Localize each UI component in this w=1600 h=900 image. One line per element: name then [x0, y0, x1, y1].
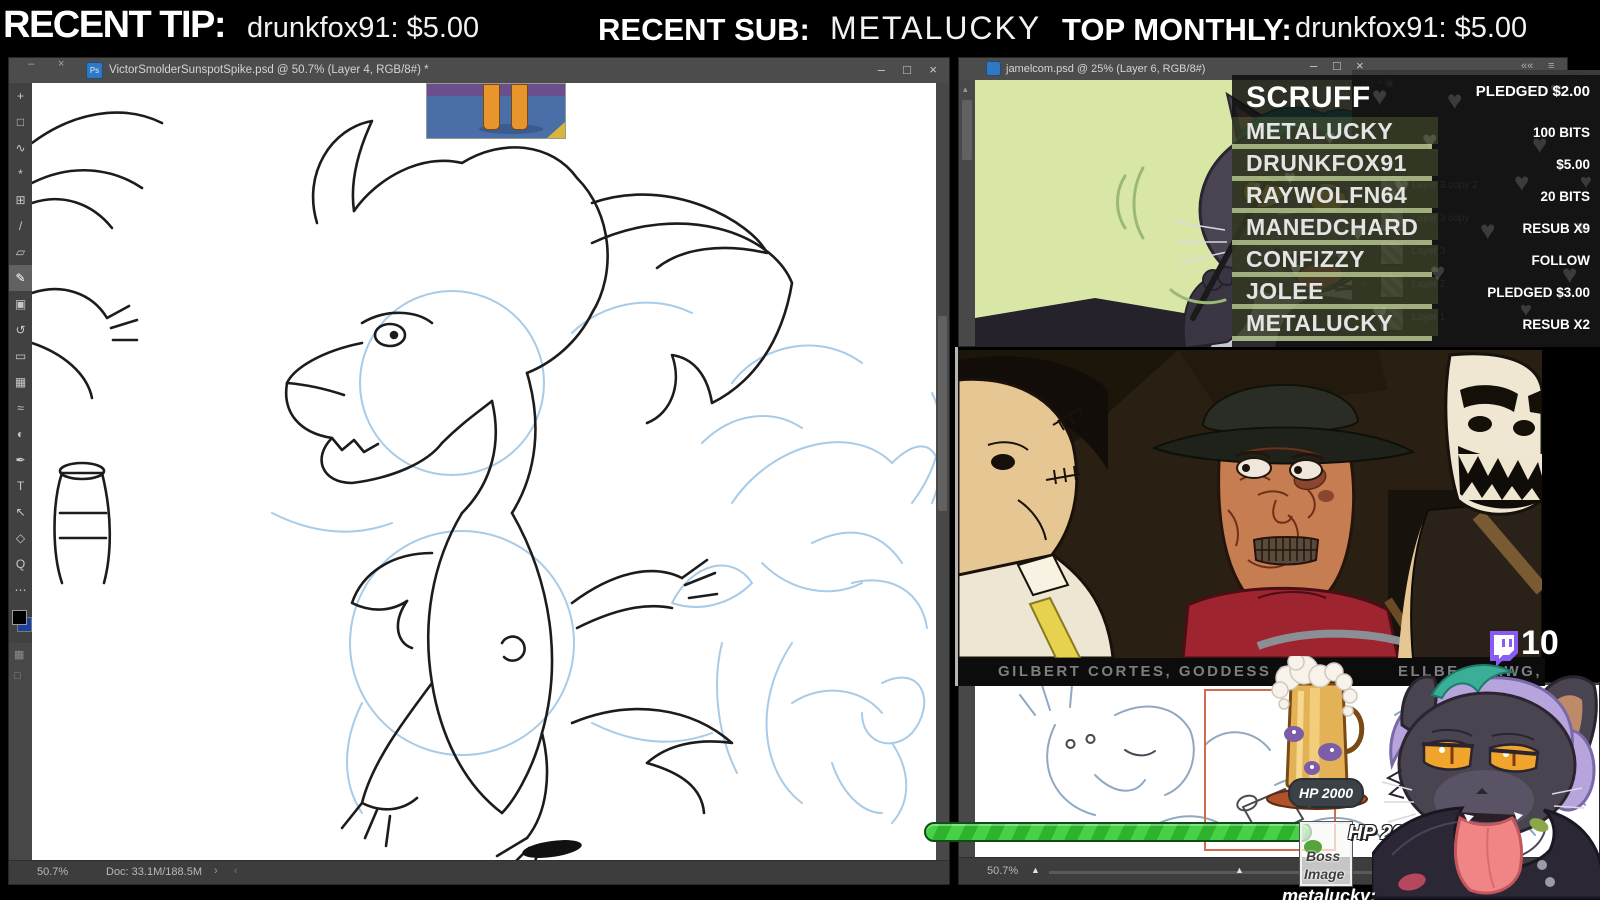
donation-ticker: RECENT TIP: drunkfox91: $5.00 RECENT SUB…	[0, 0, 1600, 57]
tool-more[interactable]: ⋯	[9, 577, 32, 603]
heart-icon: ♥	[1447, 85, 1463, 115]
main-titlebar[interactable]: Ps VictorSmolderSunspotSpike.psd @ 50.7%…	[9, 58, 949, 84]
panel-menu-icon[interactable]: ≡	[1548, 60, 1554, 72]
tool-gradient[interactable]: ▦	[9, 369, 32, 395]
tool-smudge[interactable]: ≈	[9, 395, 32, 421]
recent-sub-value: METALUCKY	[830, 10, 1042, 46]
supporter-name: JOLEE	[1246, 278, 1324, 304]
supporter-name: DRUNKFOX91	[1246, 150, 1407, 176]
vertical-scrollbar[interactable]	[936, 83, 949, 861]
tool-marquee[interactable]: □	[9, 109, 32, 135]
supporter-name: METALUCKY	[1246, 310, 1394, 336]
tool-pen[interactable]: ✒	[9, 447, 32, 473]
foreground-color-swatch[interactable]	[12, 610, 27, 625]
supporter-value: FOLLOW	[1531, 253, 1590, 268]
main-statusbar: 50.7% Doc: 33.1M/188.5M › ‹	[9, 860, 949, 884]
left-scrollbar[interactable]: ▴	[959, 80, 975, 346]
supporter-value: PLEDGED $3.00	[1487, 285, 1590, 300]
supporter-value: RESUB X9	[1522, 221, 1590, 236]
boss-image-label: Boss	[1306, 848, 1341, 864]
supporter-row: METALUCKY RESUB X2	[1232, 309, 1600, 341]
boss-image-box: Boss Image	[1300, 822, 1352, 886]
boss-image-label: Image	[1304, 866, 1345, 882]
zoom-level[interactable]: 50.7%	[37, 866, 68, 878]
tool-history-brush[interactable]: ↺	[9, 317, 32, 343]
screen-mode-icon[interactable]: □	[14, 670, 21, 682]
tool-magic-wand[interactable]: *	[9, 161, 32, 187]
supporter-name: METALUCKY	[1246, 118, 1394, 144]
photoshop-app-icon: Ps	[87, 63, 102, 78]
quick-mask-icon[interactable]: ▦	[14, 648, 24, 661]
top-monthly-label: TOP MONTHLY:	[1062, 12, 1292, 47]
status-back-icon[interactable]: ‹	[234, 865, 238, 877]
supporter-name: RAYWOLFN64	[1246, 182, 1408, 208]
supporter-row: RAYWOLFN64 20 BITS	[1232, 181, 1600, 213]
tool-brush[interactable]: ✎	[9, 265, 32, 291]
tool-healing-brush[interactable]: ▱	[9, 239, 32, 265]
recent-tip-label: RECENT TIP:	[3, 4, 227, 46]
tool-dodge[interactable]: ◐	[9, 421, 32, 447]
tool-palette: + □ ∿ * ⊞ / ▱ ✎ ▣ ↺ ▭ ▦ ≈ ◐ ✒ T ↖ ◇ Q ⋯	[9, 83, 32, 643]
reference-image	[426, 83, 566, 139]
boss-hp-bar	[924, 822, 1312, 842]
supporter-row: DRUNKFOX91 $5.00	[1232, 149, 1600, 181]
supporter-value: $5.00	[1556, 157, 1590, 172]
dragon-sketch	[32, 111, 936, 861]
top-monthly-value: drunkfox91: $5.00	[1295, 12, 1528, 44]
panel-minimize-icon[interactable]: –	[1310, 59, 1317, 72]
supporter-value: 20 BITS	[1540, 189, 1590, 204]
recent-tip-value: drunkfox91: $5.00	[247, 12, 480, 44]
tool-zoom[interactable]: Q	[9, 551, 32, 577]
panel-maximize-icon[interactable]: □	[1333, 59, 1341, 72]
video-overlay[interactable]: GILBERT CORTES, GODDESS CHA ELLBE AWG,	[955, 347, 1545, 686]
supporter-row: CONFIZZY FOLLOW	[1232, 245, 1600, 277]
panel-close-icon[interactable]: ×	[1356, 59, 1364, 72]
tool-shape[interactable]: ◇	[9, 525, 32, 551]
minimize-icon[interactable]: –	[878, 63, 885, 76]
tool-move[interactable]: +	[9, 83, 32, 109]
supporters-overlay: ♥ ♥ ♥ ♥ ♥ ♥ ♥ ♥ ♥ ♥ ♥ ♥ ♥ ♥ ♥ ♥ ♥ ♥ SCRU…	[1232, 75, 1600, 347]
supporter-row: MANEDCHARD RESUB X9	[1232, 213, 1600, 245]
status-chevron-icon[interactable]: ›	[214, 865, 218, 877]
featured-supporter-name: SCRUFF	[1246, 81, 1371, 114]
scroll-marker-icon: ▲	[1031, 865, 1040, 875]
doc-size-info: Doc: 33.1M/188.5M	[106, 866, 202, 878]
left-scrollbar[interactable]	[959, 683, 975, 884]
main-canvas[interactable]	[32, 83, 936, 861]
photoshop-window-main: Ps VictorSmolderSunspotSpike.psd @ 50.7%…	[8, 57, 950, 885]
mascot-cat	[1372, 664, 1600, 900]
scroll-marker-icon: ▲	[1235, 865, 1244, 875]
zoom-level[interactable]: 50.7%	[987, 865, 1018, 877]
supporter-name: CONFIZZY	[1246, 246, 1365, 272]
tool-eraser[interactable]: ▭	[9, 343, 32, 369]
maximize-icon[interactable]: □	[903, 63, 911, 76]
tool-type[interactable]: T	[9, 473, 32, 499]
chat-username: metalucky:	[1282, 886, 1377, 900]
background-window-close-icon[interactable]: ×	[58, 58, 64, 70]
supporter-value: 100 BITS	[1532, 125, 1590, 140]
featured-supporter-value: PLEDGED $2.00	[1475, 83, 1590, 100]
close-icon[interactable]: ×	[929, 63, 937, 76]
tool-path-select[interactable]: ↖	[9, 499, 32, 525]
supporter-row: JOLEE PLEDGED $3.00	[1232, 277, 1600, 309]
tool-lasso[interactable]: ∿	[9, 135, 32, 161]
tool-clone-stamp[interactable]: ▣	[9, 291, 32, 317]
panel-collapse-icon[interactable]: ««	[1521, 60, 1533, 72]
hp-speech-bubble: HP 2000	[1288, 778, 1364, 809]
cartoon-scene	[958, 350, 1542, 658]
tool-crop[interactable]: ⊞	[9, 187, 32, 213]
document-title: jamelcom.psd @ 25% (Layer 6, RGB/8#)	[1006, 63, 1206, 75]
supporter-name: MANEDCHARD	[1246, 214, 1419, 240]
document-title: VictorSmolderSunspotSpike.psd @ 50.7% (L…	[109, 64, 429, 76]
stream-layout: Ps VictorSmolderSunspotSpike.psd @ 50.7%…	[0, 0, 1600, 900]
hp-bubble-text: HP 2000	[1299, 785, 1353, 801]
background-window-minimize-icon[interactable]: –	[28, 58, 34, 70]
tool-eyedropper[interactable]: /	[9, 213, 32, 239]
supporter-row: METALUCKY 100 BITS	[1232, 117, 1600, 149]
heart-icon: ♥	[1372, 81, 1388, 111]
supporter-value: RESUB X2	[1522, 317, 1590, 332]
photoshop-app-icon	[987, 62, 1000, 75]
recent-sub-label: RECENT SUB:	[598, 12, 810, 47]
